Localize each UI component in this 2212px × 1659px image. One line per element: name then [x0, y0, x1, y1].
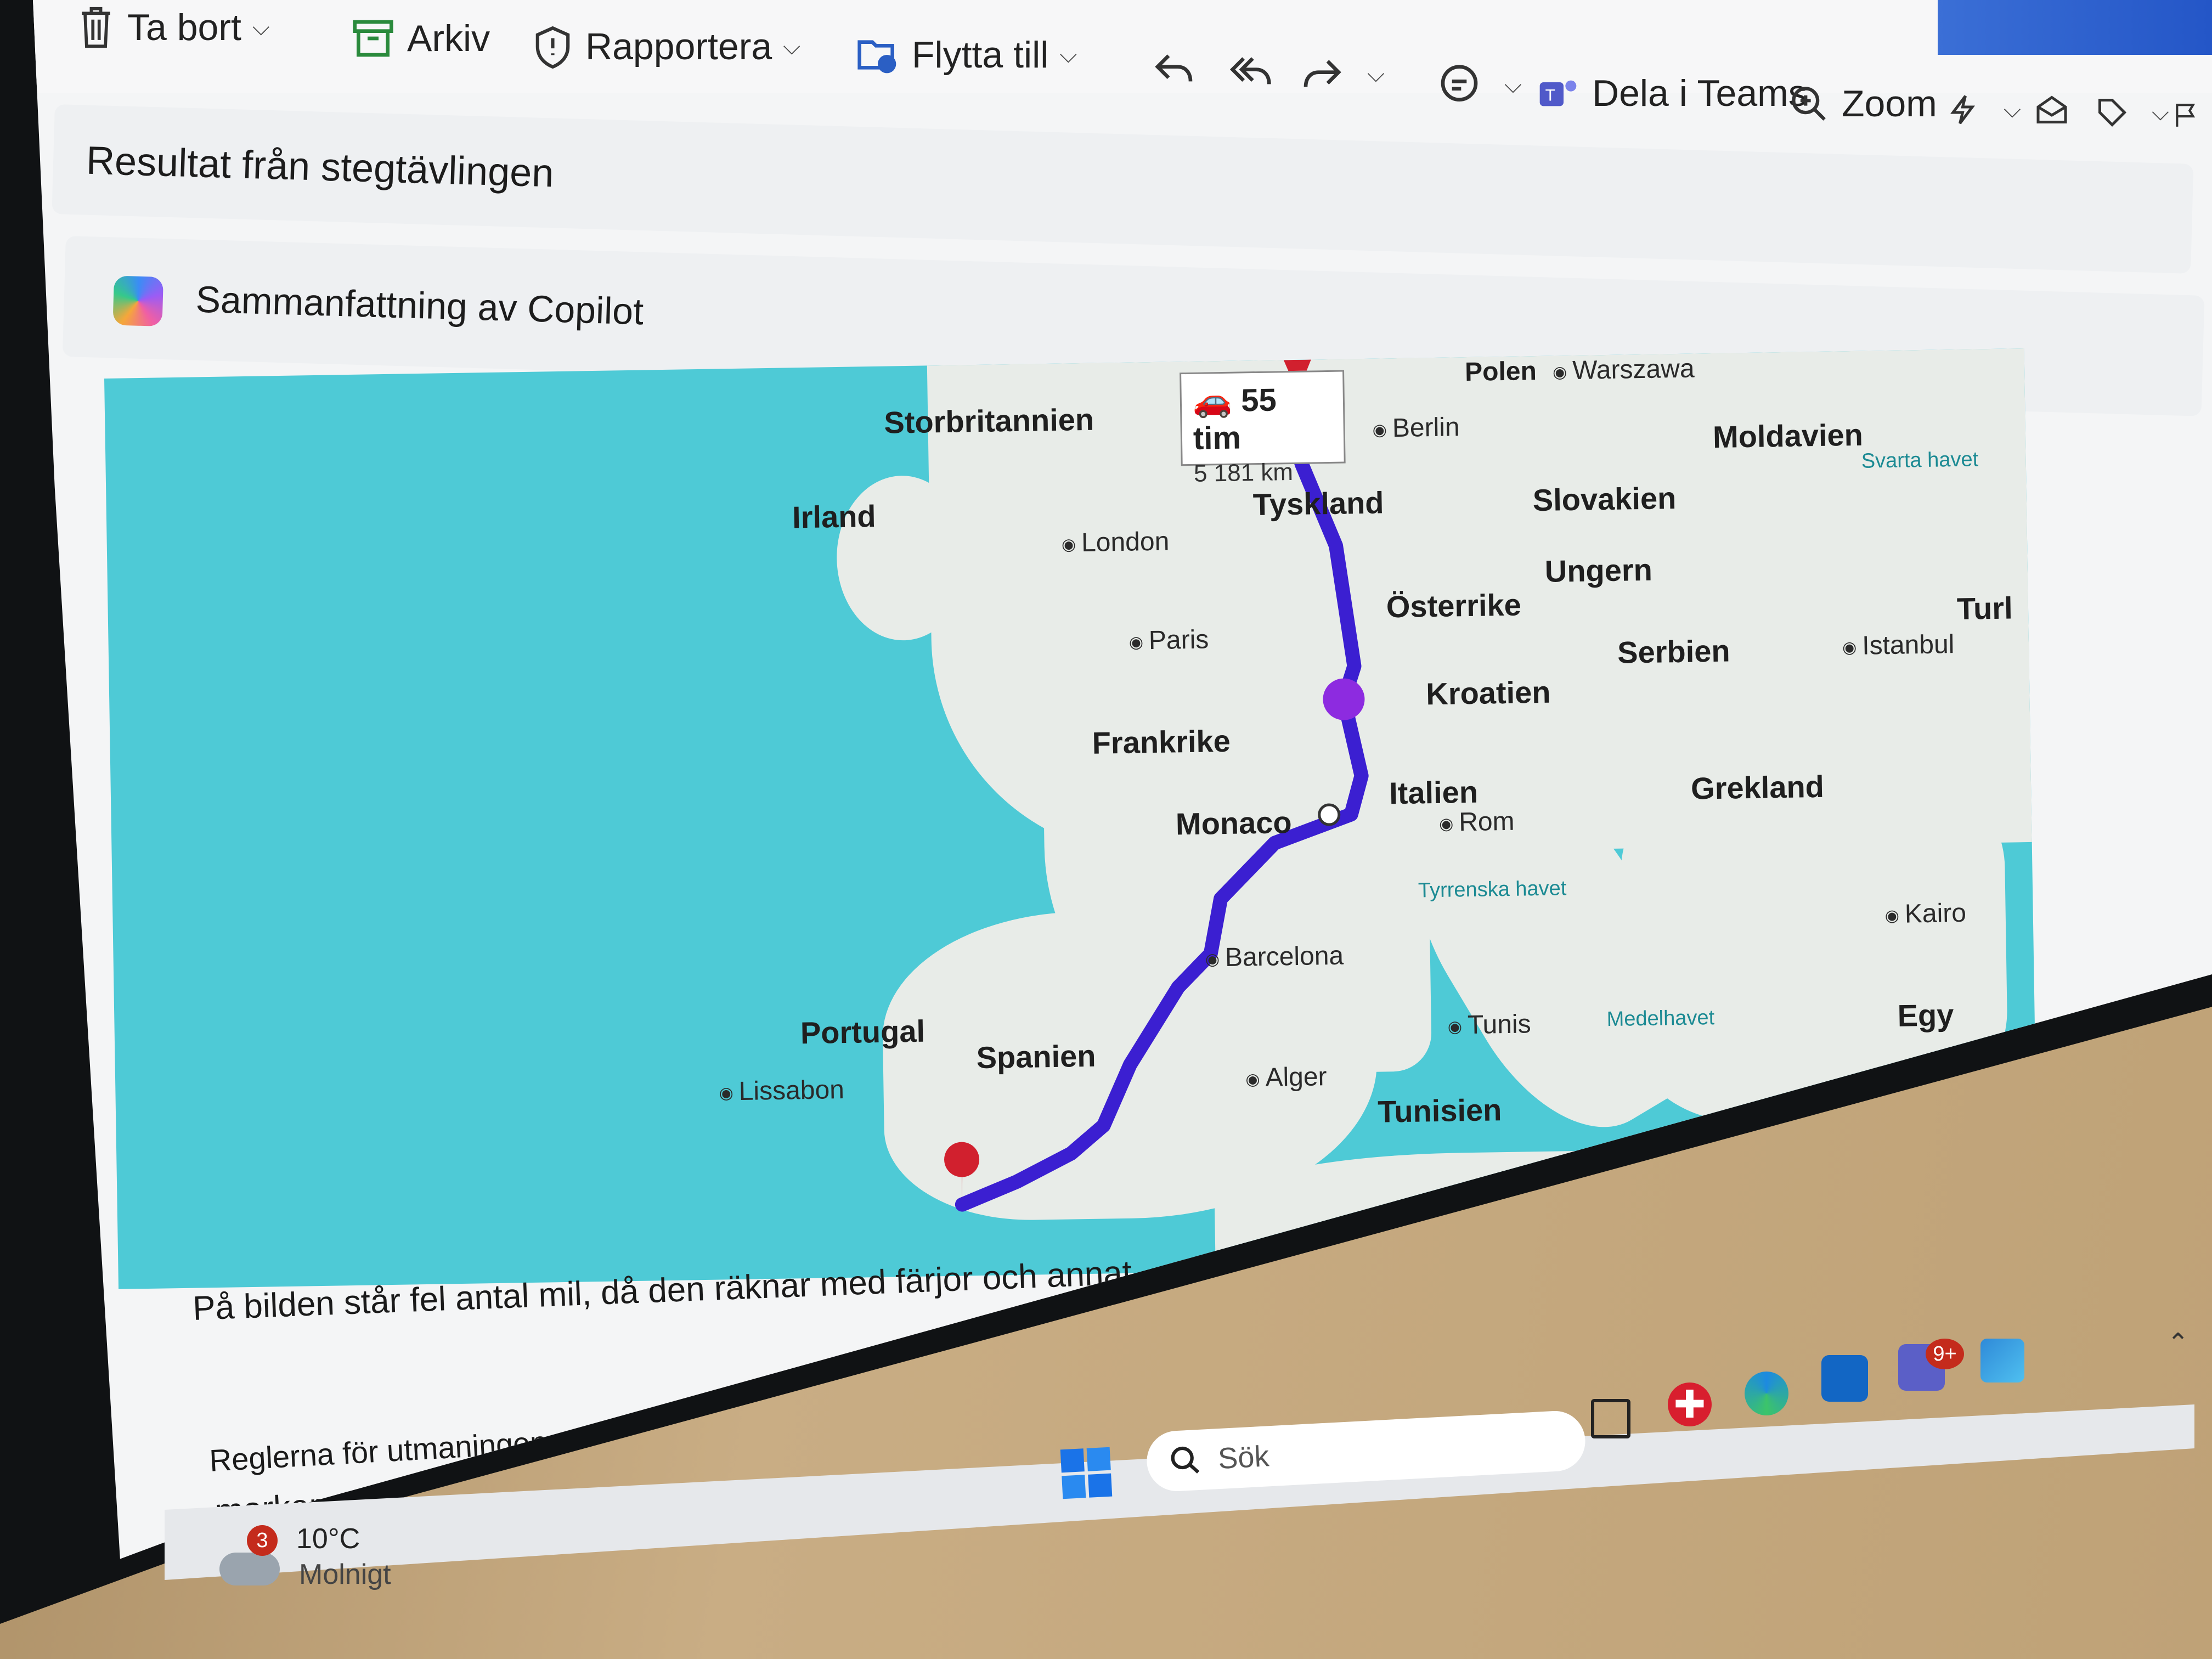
lightning-icon: [1950, 95, 1975, 125]
forward-icon: [1304, 60, 1341, 87]
chevron-down-icon[interactable]: ⌵: [1367, 61, 1385, 88]
share-teams-button[interactable]: T Dela i Teams: [1536, 71, 1807, 115]
country-label-germany: Tyskland: [1252, 485, 1384, 522]
share-teams-label: Dela i Teams: [1592, 72, 1807, 114]
report-button[interactable]: Rapportera ⌵: [532, 25, 800, 69]
envelope-open-icon: [2036, 95, 2067, 123]
archive-icon: [353, 20, 393, 57]
search-icon: [1171, 1446, 1200, 1474]
reply-all-button[interactable]: [1229, 52, 1285, 91]
chevron-down-icon[interactable]: ⌵: [252, 14, 270, 41]
svg-text:T: T: [1545, 86, 1555, 104]
chevron-down-icon[interactable]: ⌵: [2004, 97, 2021, 123]
tag-icon: [2098, 99, 2127, 127]
route-info-box: 🚗 55 tim 5 181 km: [1180, 370, 1346, 487]
chevron-down-icon[interactable]: ⌵: [2152, 99, 2169, 126]
forward-button[interactable]: ⌵: [1300, 55, 1385, 93]
comment-button[interactable]: ⌵: [1437, 63, 1522, 107]
zoom-in-icon: [1792, 86, 1826, 121]
shield-icon: [535, 26, 570, 69]
country-label-austria: Österrike: [1386, 587, 1522, 624]
copilot-icon: [112, 275, 163, 326]
country-label-egypt: Egy: [1897, 997, 1954, 1033]
country-label-greece: Grekland: [1690, 769, 1825, 806]
city-label-cairo: Kairo: [1884, 898, 1967, 929]
copilot-summary-label: Sammanfattning av Copilot: [195, 278, 645, 333]
city-label-lisbon: Lissabon: [719, 1075, 844, 1107]
sea-label-mediterranean: Medelhavet: [1606, 1006, 1715, 1031]
photos-icon[interactable]: [1980, 1339, 2024, 1383]
country-label-italy: Italien: [1389, 774, 1479, 811]
city-label-istanbul: Istanbul: [1842, 629, 1955, 661]
country-label-uk: Storbritannien: [883, 402, 1094, 440]
city-label-berlin: Berlin: [1372, 412, 1460, 443]
sea-label-black-sea: Svarta havet: [1861, 448, 1979, 473]
chat-bubble-icon: [1441, 65, 1478, 102]
country-label-turkey: Turl: [1956, 590, 2013, 627]
country-label-spain: Spanien: [976, 1038, 1096, 1075]
country-label-france: Frankrike: [1092, 723, 1231, 760]
report-label: Rapportera: [585, 26, 772, 67]
sea-label-tyrrhenian: Tyrrenska havet: [1418, 877, 1567, 902]
country-label-poland: Polen: [1464, 356, 1537, 387]
country-label-slovakia: Slovakien: [1532, 481, 1677, 518]
chevron-down-icon[interactable]: ⌵: [783, 33, 800, 60]
move-to-button[interactable]: Flytta till ⌵: [856, 33, 1077, 77]
city-label-rome: Rom: [1439, 806, 1515, 838]
country-label-moldova: Moldavien: [1712, 417, 1864, 454]
email-subject: Resultat från stegtävlingen: [86, 138, 555, 196]
edge-icon[interactable]: [1745, 1372, 1788, 1415]
teams-icon: T: [1539, 80, 1577, 106]
health-app-icon[interactable]: ✚: [1668, 1383, 1712, 1426]
weather-temperature: 10°C: [296, 1523, 360, 1555]
outlook-icon[interactable]: [1821, 1355, 1868, 1402]
weather-condition: Molnigt: [299, 1559, 391, 1590]
windows-start-icon[interactable]: [1060, 1447, 1113, 1499]
flag-button[interactable]: [2172, 99, 2212, 132]
title-accent-strip: [1938, 0, 2212, 55]
tag-button[interactable]: ⌵: [2096, 96, 2169, 129]
delete-label: Ta bort: [127, 7, 241, 48]
reply-all-icon: [1229, 57, 1271, 84]
zoom-label: Zoom: [1842, 83, 1937, 125]
trash-icon: [82, 7, 110, 48]
reply-icon: [1155, 54, 1193, 82]
flag-icon: [2176, 104, 2196, 127]
weather-badge: 3: [247, 1525, 278, 1556]
search-placeholder: Sök: [1217, 1440, 1270, 1476]
reply-button[interactable]: [1152, 49, 1208, 88]
country-label-hungary: Ungern: [1544, 552, 1653, 589]
country-label-serbia: Serbien: [1617, 633, 1731, 670]
country-label-ireland: Irland: [792, 498, 877, 535]
chevron-up-icon[interactable]: ⌃: [2167, 1328, 2189, 1358]
archive-label: Arkiv: [407, 18, 490, 59]
city-label-algiers: Alger: [1245, 1062, 1327, 1093]
outlook-ribbon: Ta bort ⌵ Arkiv Rapportera ⌵ Flytta till: [33, 0, 2212, 127]
task-view-icon[interactable]: [1591, 1399, 1630, 1438]
city-label-tunis: Tunis: [1447, 1009, 1531, 1040]
route-distance: 5 181 km: [1193, 458, 1294, 487]
city-label-london: London: [1061, 527, 1170, 558]
country-label-portugal: Portugal: [800, 1013, 926, 1051]
city-label-warsaw: Warszawa: [1553, 353, 1695, 386]
teams-notification-badge: 9+: [1926, 1339, 1964, 1369]
archive-button[interactable]: Arkiv: [351, 16, 490, 60]
move-to-label: Flytta till: [912, 34, 1049, 76]
cloud-icon: [219, 1553, 280, 1585]
waypoint-camera-icon: [1323, 678, 1365, 720]
country-label-croatia: Kroatien: [1425, 674, 1551, 712]
country-label-tunisia: Tunisien: [1377, 1092, 1502, 1129]
chevron-down-icon[interactable]: ⌵: [1504, 72, 1522, 99]
quick-actions-button[interactable]: ⌵: [1948, 91, 2021, 129]
zoom-button[interactable]: Zoom: [1788, 82, 1937, 125]
waypoint-marker: [1318, 803, 1341, 826]
city-label-barcelona: Barcelona: [1205, 941, 1344, 973]
mark-read-button[interactable]: [2035, 93, 2080, 126]
country-label-monaco: Monaco: [1175, 805, 1293, 842]
folder-move-icon: [857, 40, 896, 74]
delete-button[interactable]: Ta bort ⌵: [77, 5, 270, 49]
chevron-down-icon[interactable]: ⌵: [1059, 42, 1077, 69]
car-icon: 🚗: [1192, 382, 1233, 419]
city-label-paris: Paris: [1128, 624, 1209, 656]
